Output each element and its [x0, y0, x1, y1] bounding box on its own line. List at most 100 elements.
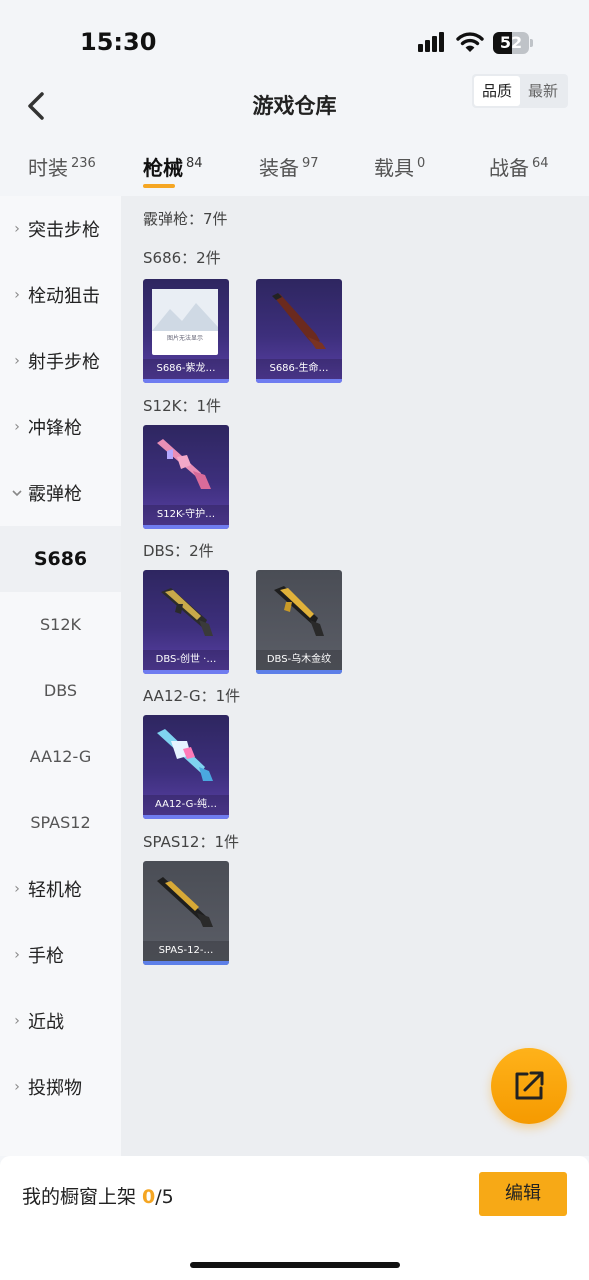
sidebar-item-throwable[interactable]: › 投掷物 — [0, 1054, 121, 1120]
tab-count: 236 — [71, 156, 96, 171]
tab-equipment[interactable]: 装备 97 — [259, 152, 319, 181]
chevron-right-icon: › — [14, 287, 20, 303]
sidebar-item-marksman-rifle[interactable]: › 射手步枪 — [0, 328, 121, 394]
tab-count: 64 — [532, 156, 549, 171]
chevron-right-icon: › — [14, 419, 20, 435]
tab-fashion[interactable]: 时装 236 — [28, 152, 96, 181]
item-card[interactable]: DBS-乌木金纹 — [256, 570, 342, 674]
chevron-right-icon: › — [14, 353, 20, 369]
item-card[interactable]: S12K-守护… — [143, 425, 229, 529]
chevron-down-icon — [10, 487, 24, 499]
home-indicator — [190, 1262, 400, 1268]
group-title-dbs: DBS：2件 — [143, 542, 214, 560]
sidebar-item-assault-rifle[interactable]: › 突击步枪 — [0, 196, 121, 262]
sidebar-item-label: 投掷物 — [28, 1078, 82, 1099]
chevron-right-icon: › — [14, 1079, 20, 1095]
showcase-count: 0 — [142, 1186, 156, 1208]
sidebar-item-label: 手枪 — [28, 946, 64, 967]
tab-label: 载具 — [374, 156, 414, 180]
item-name: SPAS-12-… — [143, 941, 229, 961]
sidebar-item-melee[interactable]: › 近战 — [0, 988, 121, 1054]
sidebar-subitem-s12k[interactable]: S12K — [0, 592, 121, 658]
quality-bar — [256, 379, 342, 383]
item-name: S686-生命… — [256, 359, 342, 379]
battery-level: 52 — [499, 33, 523, 52]
chevron-right-icon: › — [14, 947, 20, 963]
section-title: 霰弹枪：7件 — [143, 210, 228, 228]
item-card[interactable]: SPAS-12-… — [143, 861, 229, 965]
sidebar-item-label: 突击步枪 — [28, 220, 100, 241]
sort-quality-option[interactable]: 品质 — [474, 76, 520, 106]
chevron-right-icon: › — [14, 221, 20, 237]
item-card[interactable]: DBS-创世 ·… — [143, 570, 229, 674]
shotgun-icon — [157, 439, 211, 489]
item-card[interactable]: 图片无法显示 S686-紫龙… — [143, 279, 229, 383]
group-title-s12k: S12K：1件 — [143, 397, 221, 415]
sidebar-item-label: 霰弹枪 — [28, 484, 82, 505]
quality-bar — [143, 670, 229, 674]
active-tab-indicator — [143, 184, 175, 188]
showcase-status: 我的橱窗上架 0/5 — [22, 1182, 174, 1209]
signal-icon — [418, 32, 446, 52]
share-button[interactable] — [491, 1048, 567, 1124]
wifi-icon — [456, 32, 484, 52]
sidebar-subitem-dbs[interactable]: DBS — [0, 658, 121, 724]
showcase-total: /5 — [155, 1186, 174, 1208]
quality-bar — [143, 961, 229, 965]
sidebar-item-label: 近战 — [28, 1012, 64, 1033]
shotgun-icon — [157, 877, 213, 927]
status-bar: 15:30 52 — [0, 0, 589, 80]
tab-label: 时装 — [28, 156, 68, 180]
sidebar-item-pistol[interactable]: › 手枪 — [0, 922, 121, 988]
item-card[interactable]: AA12-G-纯… — [143, 715, 229, 819]
placeholder-text: 图片无法显示 — [166, 335, 203, 342]
tab-vehicles[interactable]: 载具 0 — [374, 152, 425, 181]
item-name: S12K-守护… — [143, 505, 229, 525]
sidebar-subitem-s686[interactable]: S686 — [0, 526, 121, 592]
sidebar-item-label: 轻机枪 — [28, 880, 82, 901]
sidebar-subitem-spas12[interactable]: SPAS12 — [0, 790, 121, 856]
category-tabs: 时装 236 枪械 84 装备 97 载具 0 战备 64 — [0, 146, 589, 196]
tab-count: 0 — [417, 156, 426, 171]
chevron-right-icon: › — [14, 881, 20, 897]
sidebar-item-bolt-sniper[interactable]: › 栓动狙击 — [0, 262, 121, 328]
battery-icon: 52 — [493, 32, 533, 54]
item-card[interactable]: S686-生命… — [256, 279, 342, 383]
sidebar-item-label: 冲锋枪 — [28, 418, 82, 439]
header: 游戏仓库 品质 最新 — [0, 74, 589, 136]
image-placeholder-icon: 图片无法显示 — [143, 279, 229, 359]
sort-toggle: 品质 最新 — [472, 74, 568, 108]
sidebar-item-shotgun[interactable]: 霰弹枪 — [0, 460, 121, 526]
edit-button[interactable]: 编辑 — [479, 1172, 567, 1216]
sidebar-item-label: 栓动狙击 — [28, 286, 100, 307]
shotgun-icon — [157, 729, 213, 781]
sidebar-item-lmg[interactable]: › 轻机枪 — [0, 856, 121, 922]
tab-count: 97 — [302, 156, 319, 171]
share-icon — [515, 1071, 544, 1100]
tab-label: 装备 — [259, 156, 299, 180]
quality-bar — [143, 379, 229, 383]
item-name: AA12-G-纯… — [143, 795, 229, 815]
tab-firearms[interactable]: 枪械 84 — [143, 152, 203, 181]
shotgun-icon — [274, 586, 324, 636]
quality-bar — [143, 815, 229, 819]
sidebar-item-label: 射手步枪 — [28, 352, 100, 373]
sidebar: › 突击步枪 › 栓动狙击 › 射手步枪 › 冲锋枪 霰弹枪 S686 S12K DBS… — [0, 196, 121, 1156]
showcase-label: 我的橱窗上架 — [22, 1186, 143, 1208]
item-name: DBS-创世 ·… — [143, 650, 229, 670]
item-name: DBS-乌木金纹 — [256, 650, 342, 670]
bottom-bar: 我的橱窗上架 0/5 编辑 — [0, 1156, 589, 1280]
group-title-s686: S686：2件 — [143, 249, 221, 267]
sidebar-item-smg[interactable]: › 冲锋枪 — [0, 394, 121, 460]
chevron-right-icon: › — [14, 1013, 20, 1029]
sidebar-subitem-aa12g[interactable]: AA12-G — [0, 724, 121, 790]
tab-label: 枪械 — [143, 156, 183, 180]
sort-latest-option[interactable]: 最新 — [520, 76, 566, 106]
status-time: 15:30 — [80, 28, 157, 56]
tab-supplies[interactable]: 战备 64 — [489, 152, 549, 181]
group-title-aa12g: AA12-G：1件 — [143, 687, 241, 705]
item-grid: 霰弹枪：7件 S686：2件 图片无法显示 S686-紫龙… S686-生命… … — [121, 196, 589, 1156]
item-name: S686-紫龙… — [143, 359, 229, 379]
quality-bar — [143, 525, 229, 529]
tab-label: 战备 — [489, 156, 529, 180]
